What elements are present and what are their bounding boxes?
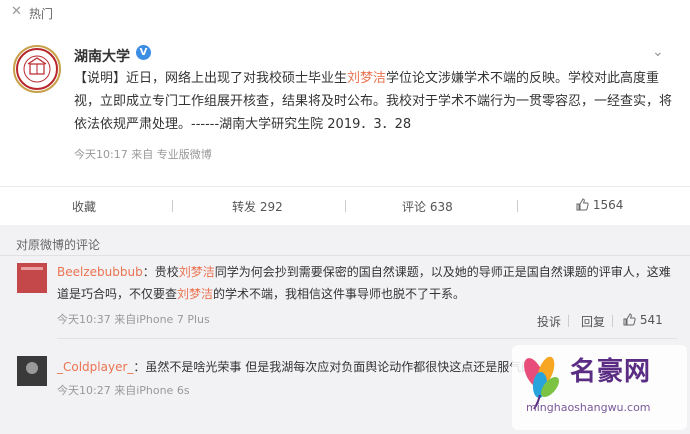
- divider: [568, 315, 569, 327]
- account-name[interactable]: 湖南大学: [74, 46, 130, 66]
- comment-button[interactable]: 评论 638: [402, 198, 453, 215]
- comment-text-part: ：虽然不是啥光荣事 但是我湖每次应对负面舆论动作都很快这点还是服气的: [133, 360, 534, 374]
- avatar-pattern: [26, 362, 38, 374]
- divider: [172, 200, 173, 212]
- reply-button[interactable]: 回复: [581, 313, 605, 330]
- divider: [345, 200, 346, 212]
- top-bar: ✕ 热门: [0, 0, 690, 27]
- close-icon[interactable]: ✕: [11, 4, 22, 19]
- avatar[interactable]: [17, 356, 47, 386]
- divider: [57, 338, 677, 339]
- action-bar: 收藏 转发 292 评论 638 1564: [0, 186, 690, 225]
- tab-hot[interactable]: 热门: [29, 5, 53, 22]
- comment-meta: 今天10:37 来自iPhone 7 Plus: [57, 313, 210, 326]
- divider: [612, 315, 613, 327]
- comment-text-part: 的学术不端，我相信这件事导师也脱不了干系。: [213, 287, 466, 301]
- thumbs-up-icon: [576, 198, 589, 211]
- post-meta: 今天10:17 来自 专业版微博: [74, 148, 212, 161]
- weibo-post: 湖南大学 V ⌄ 【说明】近日，网络上出现了对我校硕士毕业生刘梦洁学位论文涉嫌学…: [0, 26, 690, 225]
- like-count: 1564: [592, 198, 624, 212]
- site-watermark: 名豪网 minghaoshangwu.com: [512, 345, 687, 430]
- watermark-title: 名豪网: [570, 357, 652, 387]
- topic-link[interactable]: 刘梦洁: [347, 71, 386, 86]
- report-button[interactable]: 投诉: [537, 313, 561, 330]
- repost-button[interactable]: 转发 292: [232, 198, 283, 215]
- favorite-button[interactable]: 收藏: [72, 198, 96, 215]
- chevron-down-icon[interactable]: ⌄: [652, 44, 664, 60]
- divider: [0, 255, 690, 256]
- comment-meta: 今天10:27 来自iPhone 6s: [57, 384, 190, 397]
- topic-link[interactable]: 刘梦洁: [179, 265, 215, 279]
- avatar-pattern: [21, 267, 43, 270]
- post-text-part: 【说明】近日，网络上出现了对我校硕士毕业生: [74, 71, 348, 86]
- thumbs-up-icon: [623, 313, 636, 326]
- comment-like-button[interactable]: 541: [623, 313, 663, 327]
- watermark-url: minghaoshangwu.com: [526, 401, 651, 414]
- comment-like-count: 541: [639, 313, 663, 327]
- verified-icon: V: [136, 45, 151, 60]
- post-text: 【说明】近日，网络上出现了对我校硕士毕业生刘梦洁学位论文涉嫌学术不端的反映。学校…: [74, 67, 674, 136]
- like-button[interactable]: 1564: [576, 198, 623, 212]
- comment-username[interactable]: Beelzebubbub: [57, 265, 143, 279]
- comments-heading: 对原微博的评论: [16, 238, 101, 252]
- university-seal-icon: [16, 48, 58, 90]
- comment-text: Beelzebubbub：贵校刘梦洁同学为何会抄到需要保密的国自然课题，以及她的…: [57, 261, 672, 305]
- avatar[interactable]: [17, 263, 47, 293]
- comment-username[interactable]: _Coldplayer_: [57, 360, 133, 374]
- topic-link[interactable]: 刘梦洁: [177, 287, 213, 301]
- divider: [517, 200, 518, 212]
- avatar[interactable]: [13, 45, 61, 93]
- comment-text-part: ：贵校: [142, 265, 179, 279]
